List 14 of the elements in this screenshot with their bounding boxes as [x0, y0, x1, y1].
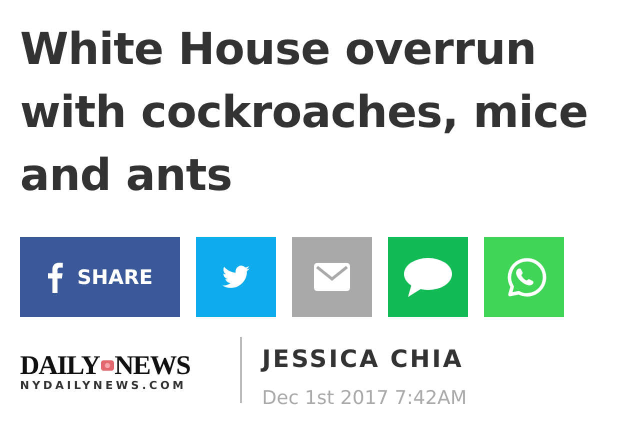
message-share-button[interactable] [388, 237, 468, 317]
publish-date: Dec 1st 2017 7:42AM [262, 387, 467, 409]
envelope-icon [314, 262, 350, 292]
logo-url: NYDAILYNEWS.COM [20, 379, 188, 392]
email-share-button[interactable] [292, 237, 372, 317]
logo-text: DAILY [20, 353, 100, 377]
speech-bubble-icon [404, 256, 452, 298]
camera-icon [100, 358, 114, 372]
twitter-share-button[interactable] [196, 237, 276, 317]
whatsapp-share-button[interactable] [484, 237, 564, 317]
headline: White House overrun with cockroaches, mice and ants [20, 23, 590, 203]
author-name[interactable]: JESSICA CHIA [262, 345, 467, 373]
facebook-share-button[interactable]: SHARE [20, 237, 180, 317]
logo-text: NEWS [114, 353, 190, 377]
